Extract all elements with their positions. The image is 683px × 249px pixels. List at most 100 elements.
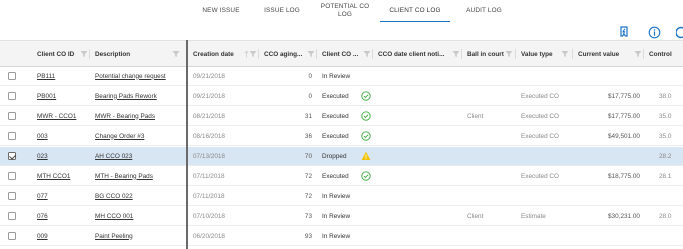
row-checkbox[interactable]	[8, 112, 16, 120]
current-value-cell-text: $17,775.00	[608, 92, 640, 100]
flag-icon[interactable]	[619, 26, 629, 40]
description-link[interactable]: Potential change request	[91, 67, 183, 85]
tab-potential-co-log[interactable]: POTENTIAL CO LOG	[316, 0, 374, 22]
filter-icon[interactable]	[249, 50, 257, 58]
description-link-text[interactable]: BG CCO 022	[95, 193, 133, 200]
col-header-ball-in-court[interactable]: Ball in court	[463, 41, 505, 67]
filter-icon[interactable]	[452, 50, 460, 58]
description-link[interactable]: Paint Peeling	[91, 227, 183, 245]
col-header-creation-date[interactable]: Creation date	[189, 41, 247, 67]
description-link[interactable]: MTH - Bearing Pads	[91, 167, 183, 185]
description-link[interactable]: Change Order #3	[91, 127, 183, 145]
col-header-client-co-id[interactable]: Client CO ID	[33, 41, 85, 67]
ball-in-court-cell	[463, 147, 515, 165]
client-co-id-link-text[interactable]: 009	[37, 233, 48, 240]
description-link[interactable]: MH CCO 001	[91, 207, 183, 225]
creation-date-cell-text: 07/10/2018	[193, 212, 225, 220]
description-link-text[interactable]: MWR - Bearing Pads	[95, 113, 155, 120]
client-co-id-link[interactable]: 076	[33, 207, 89, 225]
status-cell: Executed	[318, 87, 358, 105]
date-notified-cell	[374, 147, 462, 165]
table-row[interactable]: 076 MH CCO 001 07/10/2018 73 In Review Client…	[0, 207, 683, 226]
client-co-id-link[interactable]: PB111	[33, 67, 89, 85]
client-co-id-link-text[interactable]: 076	[37, 213, 48, 220]
col-header-control[interactable]: Control	[645, 41, 683, 67]
top-nav-tabs: NEW ISSUE ISSUE LOG POTENTIAL CO LOG CLI…	[0, 0, 683, 23]
aging-cell: 93	[258, 227, 316, 245]
date-notified-cell	[374, 107, 462, 125]
client-co-id-link-text[interactable]: PB001	[37, 93, 56, 100]
filter-icon[interactable]	[363, 50, 371, 58]
filter-icon[interactable]	[561, 50, 569, 58]
ball-in-court-cell: Client	[463, 107, 515, 125]
row-checkbox[interactable]	[8, 212, 16, 220]
row-checkbox[interactable]	[8, 192, 16, 200]
description-link-text[interactable]: Change Order #3	[95, 133, 144, 140]
row-checkbox[interactable]	[8, 72, 16, 80]
client-co-id-link[interactable]: PB001	[33, 87, 89, 105]
table-row[interactable]: 003 Change Order #3 08/16/2018 36 Executed Ex…	[0, 127, 683, 146]
current-value-cell: $49,501.00	[573, 127, 644, 145]
table-row[interactable]: MWR - CCO1 MWR - Bearing Pads 08/21/2018 31…	[0, 107, 683, 126]
table-row[interactable]: 009 Paint Peeling 06/20/2018 93 In Review	[0, 227, 683, 246]
filter-icon[interactable]	[505, 50, 513, 58]
table-row[interactable]: 077 BG CCO 022 07/11/2018 72 In Review	[0, 187, 683, 206]
column-divider	[643, 49, 644, 59]
description-link-text[interactable]: Paint Peeling	[95, 233, 133, 240]
col-header-client-co-status[interactable]: Client CO ...	[318, 41, 364, 67]
status-cell-text: In Review	[322, 212, 351, 220]
col-header-value-type[interactable]: Value type	[517, 41, 557, 67]
description-link[interactable]: Bearing Pads Rework	[91, 87, 183, 105]
client-co-id-link[interactable]: 009	[33, 227, 89, 245]
filter-icon[interactable]	[172, 50, 180, 58]
col-header-current-value[interactable]: Current value	[574, 41, 634, 67]
description-link-text[interactable]: Bearing Pads Rework	[95, 93, 157, 100]
tab-issue-log[interactable]: ISSUE LOG	[252, 0, 312, 22]
client-co-id-link-text[interactable]: 023	[37, 153, 48, 160]
control-cell: 28.1	[655, 167, 683, 185]
col-header-description[interactable]: Description	[91, 41, 171, 67]
current-value-cell: $17,775.00	[573, 87, 644, 105]
description-link-text[interactable]: MH CCO 001	[95, 213, 133, 220]
tab-client-co-log[interactable]: CLIENT CO LOG	[380, 0, 450, 22]
row-checkbox[interactable]	[8, 172, 16, 180]
client-co-id-link-text[interactable]: PB111	[37, 73, 55, 80]
tab-audit-log[interactable]: AUDIT LOG	[458, 0, 510, 22]
client-co-id-link[interactable]: 077	[33, 187, 89, 205]
row-checkbox[interactable]	[8, 132, 16, 140]
table-row[interactable]: MTH CCO1 MTH - Bearing Pads 07/11/2018 72 Ex…	[0, 167, 683, 186]
client-co-id-link[interactable]: 023	[33, 147, 89, 165]
ball-in-court-cell-text: Client	[467, 112, 484, 120]
row-checkbox[interactable]	[8, 152, 16, 160]
column-divider	[572, 49, 573, 59]
table-row[interactable]: PB111 Potential change request 09/21/2018 0…	[0, 67, 683, 86]
status-cell-text: Executed	[322, 172, 349, 180]
client-co-id-link[interactable]: 003	[33, 127, 89, 145]
table-row[interactable]: 023 AH CCO 023 07/13/2018 70 Dropped 28.2	[0, 147, 683, 166]
client-co-id-link-text[interactable]: MTH CCO1	[37, 173, 70, 180]
filter-icon[interactable]	[80, 50, 88, 58]
refresh-icon[interactable]	[676, 26, 683, 40]
client-co-id-link-text[interactable]: 077	[37, 193, 48, 200]
row-checkbox[interactable]	[8, 92, 16, 100]
control-cell-text: 38.0	[659, 92, 672, 100]
description-link[interactable]: BG CCO 022	[91, 187, 183, 205]
client-co-id-link-text[interactable]: MWR - CCO1	[37, 113, 76, 120]
col-header-cco-aging[interactable]: CCO aging...	[260, 41, 312, 67]
value-type-cell	[517, 147, 573, 165]
client-co-id-link[interactable]: MTH CCO1	[33, 167, 89, 185]
description-link-text[interactable]: AH CCO 023	[95, 153, 132, 160]
row-checkbox[interactable]	[8, 232, 16, 240]
creation-date-cell: 09/21/2018	[189, 67, 257, 85]
client-co-id-link-text[interactable]: 003	[37, 133, 48, 140]
filter-icon[interactable]	[634, 50, 642, 58]
description-link-text[interactable]: MTH - Bearing Pads	[95, 173, 153, 180]
filter-icon[interactable]	[307, 50, 315, 58]
info-icon[interactable]	[648, 26, 661, 40]
description-link-text[interactable]: Potential change request	[95, 73, 166, 80]
table-row[interactable]: PB001 Bearing Pads Rework 09/21/2018 0 Execu…	[0, 87, 683, 106]
col-header-cco-date-client-notified[interactable]: CCO date client noti...	[374, 41, 452, 67]
description-link[interactable]: AH CCO 023	[91, 147, 183, 165]
client-co-id-link[interactable]: MWR - CCO1	[33, 107, 89, 125]
description-link[interactable]: MWR - Bearing Pads	[91, 107, 183, 125]
